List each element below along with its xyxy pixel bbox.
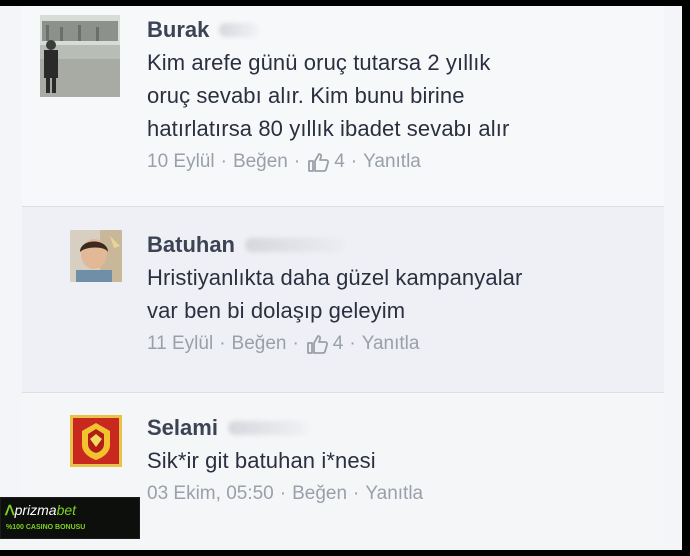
comment-timestamp[interactable]: 11 Eylül <box>147 333 213 355</box>
separator: · <box>293 151 301 172</box>
prizma-logo-icon: ᐱ <box>5 502 15 518</box>
like-count[interactable]: 4 <box>334 151 345 173</box>
comment-author[interactable]: Burak <box>147 16 654 44</box>
thumbs-up-icon[interactable] <box>308 152 330 172</box>
comment-item: Burak Kim arefe günü oruç tutarsa 2 yıll… <box>22 6 664 207</box>
separator: · <box>279 483 287 504</box>
comment-text-line: var ben bi dolaşıp geleyim <box>147 298 406 323</box>
like-link[interactable]: Beğen <box>232 333 287 355</box>
comment-text-line: Kim arefe günü oruç tutarsa 2 yıllık <box>147 50 491 75</box>
comment-body: Selami Sik*ir git batuhan i*nesi 03 Ekim… <box>147 414 654 505</box>
separator: · <box>350 151 358 172</box>
author-name[interactable]: Batuhan <box>147 231 235 259</box>
like-link[interactable]: Beğen <box>233 151 288 173</box>
comment-body: Batuhan Hristiyanlıkta daha güzel kampan… <box>147 231 654 355</box>
author-name[interactable]: Selami <box>147 414 218 442</box>
comment-text: Sik*ir git batuhan i*nesi <box>147 444 654 477</box>
redacted-surname <box>245 238 345 252</box>
reply-link[interactable]: Yanıtla <box>362 333 420 355</box>
reply-link[interactable]: Yanıtla <box>365 483 423 505</box>
comment-text: Kim arefe günü oruç tutarsa 2 yıllık oru… <box>147 46 654 145</box>
comment-author[interactable]: Batuhan <box>147 231 654 259</box>
comment-text-line: hatırlatırsa 80 yıllık ibadet sevabı alı… <box>147 116 510 141</box>
comment-meta: 11 Eylül · Beğen · 4 · Yanıtla <box>147 333 654 355</box>
brand-prefix: prizma <box>14 502 57 518</box>
avatar[interactable] <box>70 230 122 282</box>
comment-text-line: Sik*ir git batuhan i*nesi <box>147 448 376 473</box>
avatar-photo-icon <box>70 230 122 282</box>
comment-timestamp[interactable]: 10 Eylül <box>147 151 215 173</box>
avatar-photo-icon <box>40 15 120 97</box>
comment-body: Burak Kim arefe günü oruç tutarsa 2 yıll… <box>147 16 654 173</box>
reply-link[interactable]: Yanıtla <box>363 151 421 173</box>
like-count[interactable]: 4 <box>333 333 344 355</box>
avatar[interactable] <box>70 415 122 467</box>
comment-text-line: oruç sevabı alır. Kim bunu birine <box>147 83 465 108</box>
separator: · <box>220 151 227 172</box>
author-name[interactable]: Burak <box>147 16 209 44</box>
comment-meta: 03 Ekim, 05:50 · Beğen · Yanıtla <box>147 483 654 505</box>
comment-text-line: Hristiyanlıkta daha güzel kampanyalar <box>147 265 523 290</box>
redacted-surname <box>227 421 308 435</box>
comment-meta: 10 Eylül · Beğen · 4 · Yanıtla <box>147 151 654 173</box>
separator: · <box>219 333 226 354</box>
avatar[interactable] <box>40 15 120 97</box>
comment-text: Hristiyanlıkta daha güzel kampanyalar va… <box>147 261 654 327</box>
comment-author[interactable]: Selami <box>147 414 654 442</box>
watermark-badge: ᐱprizmabet %100 CASINO BONUSU <box>0 497 140 539</box>
avatar-logo-icon <box>70 415 122 467</box>
watermark-logo: ᐱprizmabet <box>5 502 76 519</box>
comment-item: Batuhan Hristiyanlıkta daha güzel kampan… <box>22 207 664 393</box>
comment-timestamp[interactable]: 03 Ekim, 05:50 <box>147 483 274 505</box>
like-link[interactable]: Beğen <box>292 483 347 505</box>
brand-suffix: bet <box>56 502 77 518</box>
redacted-surname <box>219 23 260 37</box>
watermark-tagline: %100 CASINO BONUSU <box>6 524 86 531</box>
separator: · <box>292 333 299 354</box>
separator: · <box>349 333 356 354</box>
separator: · <box>353 483 360 504</box>
thumbs-up-icon[interactable] <box>306 334 329 354</box>
